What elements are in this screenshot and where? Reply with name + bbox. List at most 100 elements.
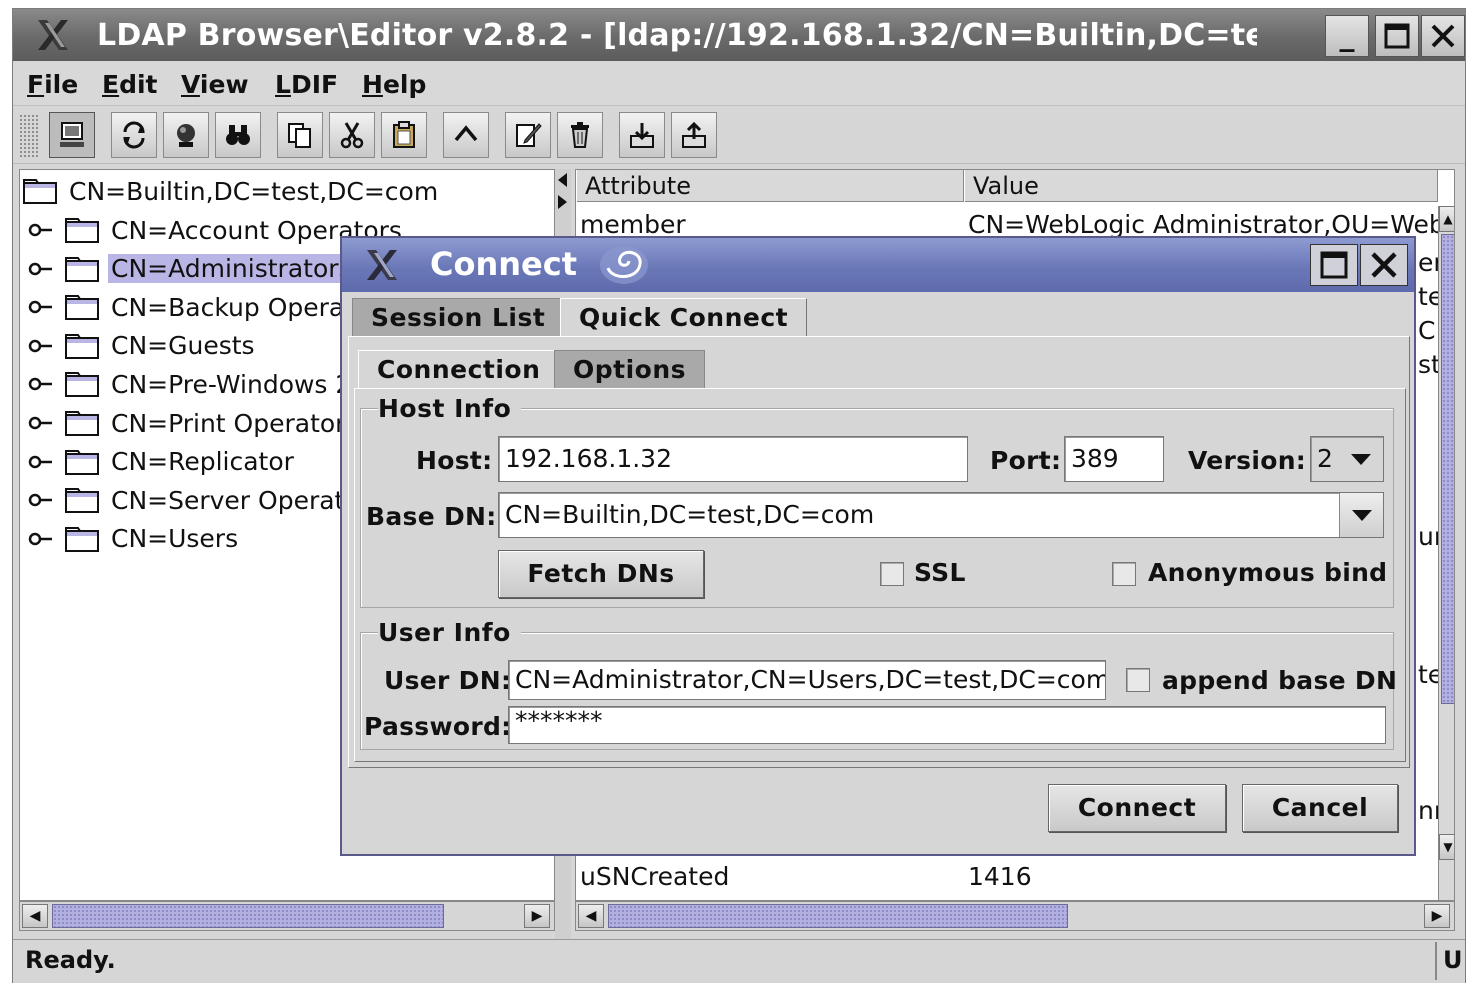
tab-session-list[interactable]: Session List [352,298,565,336]
cut-icon [340,122,364,149]
scroll-right-icon[interactable]: ▶ [1424,904,1450,928]
menu-edit-rest: dit [119,70,158,99]
expand-handle-icon[interactable] [28,374,54,394]
version-dropdown-button[interactable] [1339,437,1383,481]
ssl-checkbox[interactable] [880,562,904,586]
scroll-right-icon[interactable]: ▶ [524,904,550,928]
tree-item[interactable]: CN=Administrators [28,253,355,285]
menu-file[interactable]: File [27,70,78,99]
table-hscroll-thumb[interactable] [608,904,1068,928]
close-icon [1371,252,1397,278]
search-button[interactable] [163,112,209,158]
user-dn-input[interactable]: CN=Administrator,CN=Users,DC=test,DC=com [508,660,1106,700]
table-vscroll-thumb[interactable] [1441,234,1454,704]
connect-button[interactable] [49,112,95,158]
tree-item[interactable]: CN=Print Operators [28,407,362,439]
collapse-left-icon[interactable] [558,173,567,187]
tree-hscroll-thumb[interactable] [52,904,444,928]
expand-handle-icon[interactable] [28,413,54,433]
refresh-button[interactable] [111,112,157,158]
append-base-dn-checkbox[interactable] [1126,668,1150,692]
dialog-title-bar[interactable]: Connect [342,238,1414,292]
up-button[interactable] [443,112,489,158]
tab-connection[interactable]: Connection [358,350,560,388]
tab-quick-connect[interactable]: Quick Connect [560,298,808,336]
collapse-right-icon[interactable] [558,195,567,209]
scroll-left-icon[interactable]: ◀ [578,904,604,928]
folder-icon [65,449,99,475]
password-input[interactable]: ******* [508,706,1386,744]
expand-handle-icon[interactable] [28,490,54,510]
export-button[interactable] [671,112,717,158]
status-text: Ready. [25,946,116,974]
maximize-icon [1384,23,1410,49]
row-0-attribute[interactable]: member [580,210,686,239]
tree-item[interactable]: CN=Server Operators [28,484,386,516]
base-dn-dropdown-button[interactable] [1339,493,1383,537]
user-info-label: User Info [378,618,521,647]
table-vscrollbar[interactable]: ▲ ▼ [1438,206,1454,900]
find-button[interactable] [215,112,261,158]
column-header-value[interactable]: Value [964,170,1438,202]
row-1-value[interactable]: 1416 [968,862,1032,891]
paste-button[interactable] [381,112,427,158]
maximize-button[interactable] [1375,15,1419,57]
expand-handle-icon[interactable] [28,297,54,317]
scroll-up-icon[interactable]: ▲ [1439,206,1454,232]
folder-icon [65,488,99,514]
tree-hscrollbar[interactable]: ◀ ▶ [19,901,555,931]
toolbar-grip[interactable] [19,114,39,158]
menu-edit[interactable]: Edit [102,70,158,99]
edit-button[interactable] [505,112,551,158]
row-1-attribute[interactable]: uSNCreated [580,862,729,891]
folder-icon [65,372,99,398]
menu-file-rest: ile [44,70,79,99]
dialog-close-button[interactable] [1360,244,1408,286]
folder-icon [65,218,99,243]
column-header-attribute[interactable]: Attribute [576,170,964,202]
menu-ldif[interactable]: LDIF [275,70,338,99]
cut-button[interactable] [329,112,375,158]
table-hscrollbar[interactable]: ◀ ▶ [575,901,1455,931]
status-bar: Ready. U [13,939,1465,983]
host-input[interactable]: 192.168.1.32 [498,436,968,482]
import-button[interactable] [619,112,665,158]
folder-icon [65,333,99,359]
menu-view[interactable]: View [181,70,249,99]
expand-handle-icon[interactable] [28,336,54,356]
expand-handle-icon[interactable] [28,452,54,472]
row-0-value[interactable]: CN=WebLogic Administrator,OU=Web [968,210,1438,239]
host-label: Host: [416,446,493,475]
tree-item[interactable]: CN=Guests [28,330,258,362]
tree-item[interactable]: CN=Replicator [28,446,297,478]
scroll-down-icon[interactable]: ▼ [1439,834,1454,860]
tree-item[interactable]: CN=Users [28,523,241,555]
refresh-icon [123,121,145,149]
delete-button[interactable] [557,112,603,158]
tree-root[interactable]: CN=Builtin,DC=test,DC=com [22,176,441,206]
title-bar[interactable]: LDAP Browser\Editor v2.8.2 - [ldap://192… [13,9,1465,61]
menu-help[interactable]: Help [362,70,426,99]
tab-options[interactable]: Options [554,350,706,388]
copy-icon [288,123,311,148]
close-icon [1431,24,1455,48]
expand-handle-icon[interactable] [28,220,54,240]
ssl-label: SSL [914,558,966,587]
base-dn-combo[interactable]: CN=Builtin,DC=test,DC=com [498,492,1384,538]
expand-handle-icon[interactable] [28,259,54,279]
copy-button[interactable] [277,112,323,158]
minimize-icon: _ [1339,18,1355,53]
find-icon [226,125,250,145]
fetch-dns-button[interactable]: Fetch DNs [498,550,704,598]
version-select[interactable]: 2 [1310,436,1384,482]
connect-button[interactable]: Connect [1048,784,1226,832]
dialog-maximize-button[interactable] [1310,244,1358,286]
close-button[interactable] [1421,15,1465,57]
scroll-left-icon[interactable]: ◀ [22,904,48,928]
port-input[interactable]: 389 [1064,436,1164,482]
expand-handle-icon[interactable] [28,529,54,549]
anonymous-bind-checkbox[interactable] [1112,562,1136,586]
tree-item-label: CN=Administrators [108,254,355,284]
cancel-button[interactable]: Cancel [1242,784,1398,832]
minimize-button[interactable]: _ [1325,15,1369,57]
